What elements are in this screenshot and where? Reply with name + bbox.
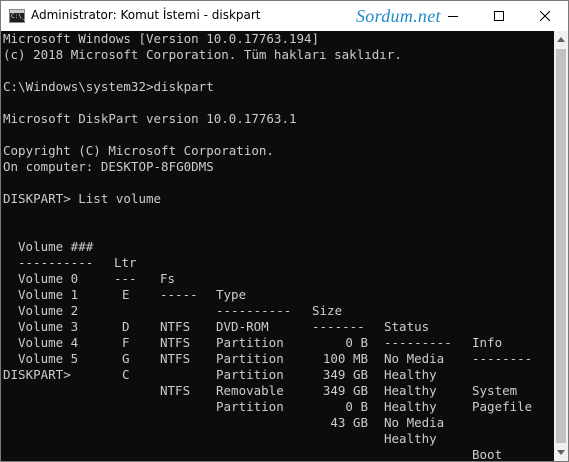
- minimize-icon: [448, 16, 458, 17]
- separator-type: ----------: [216, 303, 292, 318]
- volume-letter: G: [122, 351, 130, 366]
- column-header-info: Info: [472, 335, 503, 350]
- maximize-icon: [494, 11, 504, 21]
- volume-status: Healthy: [384, 383, 437, 398]
- volume-info: Boot: [472, 447, 503, 462]
- volume-row: Volume 1 NTFS Partition 100 MB Healthy S…: [3, 271, 517, 398]
- volume-letter: C: [122, 367, 130, 382]
- scroll-down-button[interactable]: [554, 444, 568, 461]
- console-line: Microsoft DiskPart version 10.0.17763.1: [3, 111, 297, 126]
- volume-fs: NTFS: [160, 319, 191, 334]
- volume-status: Healthy: [384, 399, 437, 414]
- scrollbar-thumb[interactable]: [556, 49, 566, 443]
- scroll-down-icon: [557, 450, 565, 455]
- separator-status: ---------: [384, 335, 452, 350]
- volume-row: Volume 4 G Removable 0 B No Media: [3, 319, 444, 430]
- maximize-button[interactable]: [476, 1, 522, 31]
- volume-status: Healthy: [384, 431, 437, 446]
- volume-table-header: Volume ### Ltr Fs Type Size Status Info: [3, 223, 502, 350]
- volume-size: 0 B: [345, 399, 368, 414]
- column-header-ltr: Ltr: [114, 255, 137, 270]
- scroll-up-button[interactable]: [554, 31, 568, 48]
- volume-letter: E: [122, 287, 130, 302]
- volume-type: Partition: [216, 351, 284, 366]
- volume-number: Volume 5: [18, 351, 79, 366]
- minimize-button[interactable]: [430, 1, 476, 31]
- console-line: (c) 2018 Microsoft Corporation. Tüm hakl…: [3, 47, 402, 62]
- close-button[interactable]: [522, 1, 568, 31]
- volume-size: 100 MB: [322, 351, 368, 366]
- title-bar[interactable]: C:\_ Administrator: Komut İstemi - diskp…: [1, 1, 568, 31]
- console-line: On computer: DESKTOP-8FG0DMS: [3, 159, 214, 174]
- watermark-logo: Sordum.net: [356, 6, 441, 26]
- volume-size: 43 GB: [330, 415, 368, 430]
- volume-size: 349 GB: [322, 367, 368, 382]
- volume-status: No Media: [384, 415, 445, 430]
- console-line: Microsoft Windows [Version 10.0.17763.19…: [3, 31, 320, 46]
- volume-size: 0 B: [345, 335, 368, 350]
- separator-ltr: ---: [114, 271, 137, 286]
- volume-row: Volume 5 C NTFS Partition 43 GB Healthy …: [3, 335, 502, 461]
- volume-fs: NTFS: [160, 335, 191, 350]
- volume-status: No Media: [384, 351, 445, 366]
- column-header-size: Size: [312, 303, 343, 318]
- volume-fs: NTFS: [160, 351, 191, 366]
- volume-letter: F: [122, 335, 130, 350]
- volume-row: Volume 0 E DVD-ROM 0 B No Media: [3, 255, 444, 366]
- vertical-scrollbar[interactable]: [554, 31, 568, 461]
- console-line: C:\Windows\system32>diskpart: [3, 79, 214, 94]
- column-header-status: Status: [384, 319, 430, 334]
- diskpart-prompt[interactable]: DISKPART>: [3, 367, 71, 383]
- cmd-window: C:\_ Administrator: Komut İstemi - diskp…: [0, 0, 569, 462]
- volume-size: 349 GB: [322, 383, 368, 398]
- console-line: Copyright (C) Microsoft Corporation.: [3, 143, 274, 158]
- column-header-type: Type: [216, 287, 247, 302]
- scroll-up-icon: [557, 37, 565, 42]
- volume-status: Healthy: [384, 367, 437, 382]
- volume-info: System: [472, 383, 518, 398]
- volume-type: DVD-ROM: [216, 319, 269, 334]
- volume-type: Removable: [216, 383, 284, 398]
- console-output[interactable]: Microsoft Windows [Version 10.0.17763.19…: [1, 31, 554, 461]
- volume-type: Partition: [216, 367, 284, 382]
- volume-table-separator: ---------- --- ----- ---------- ------- …: [3, 239, 532, 366]
- close-icon: [540, 11, 550, 21]
- volume-type: Partition: [216, 335, 284, 350]
- separator-size: -------: [312, 319, 365, 334]
- volume-info: Pagefile: [472, 399, 533, 414]
- volume-letter: D: [122, 319, 130, 334]
- volume-type: Partition: [216, 399, 284, 414]
- window-title: Administrator: Komut İstemi - diskpart: [31, 8, 261, 22]
- cmd-app-icon[interactable]: C:\_: [9, 9, 25, 23]
- cmd-icon-glyph: C:\_: [11, 13, 26, 20]
- separator-fs: -----: [160, 287, 198, 302]
- separator-info: --------: [472, 351, 533, 366]
- volume-row: Volume 2 D NTFS Partition 349 GB Healthy…: [3, 287, 532, 414]
- column-header-fs: Fs: [160, 271, 176, 286]
- console-line: DISKPART> List volume: [3, 191, 162, 206]
- volume-fs: NTFS: [160, 383, 191, 398]
- volume-row: Volume 3 F NTFS Partition 349 GB Healthy: [3, 303, 437, 414]
